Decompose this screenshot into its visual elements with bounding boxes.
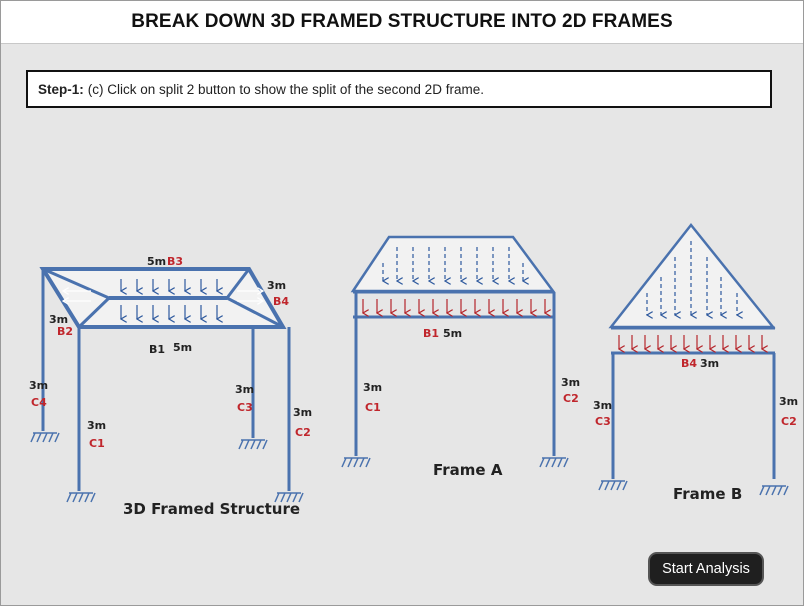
frame-b-label-b4: B4	[681, 357, 697, 370]
app-window: BREAK DOWN 3D FRAMED STRUCTURE INTO 2D F…	[0, 0, 804, 606]
label-b3: B3	[167, 255, 183, 268]
label-b3-length: 5m	[147, 255, 166, 268]
frame-3d-supports	[30, 432, 304, 503]
frame-b-label-c3: C3	[595, 415, 611, 428]
caption-frame-b: Frame B	[673, 485, 742, 503]
frame-b-udl	[619, 335, 762, 349]
label-b1-length: 5m	[173, 341, 192, 354]
frame-a-label-c1-length: 3m	[363, 381, 382, 394]
caption-frame-a: Frame A	[433, 461, 503, 479]
label-c1: C1	[89, 437, 105, 450]
frame-b-label-c3-length: 3m	[593, 399, 612, 412]
label-c3: C3	[237, 401, 253, 414]
caption-3d-frame: 3D Framed Structure	[123, 500, 300, 518]
label-c4: C4	[31, 396, 47, 409]
frame-a-label-c2-length: 3m	[561, 376, 580, 389]
start-analysis-button[interactable]: Start Analysis	[648, 552, 764, 586]
frame-b-label-c2: C2	[781, 415, 797, 428]
label-c4-length: 3m	[29, 379, 48, 392]
frame-b-label-b4-length: 3m	[700, 357, 719, 370]
structure-diagram: 5m B3 3m B4 3m B2 B1 5m 3m C4 3m C1 3m C…	[29, 222, 798, 518]
frame-a-label-b1: B1	[423, 327, 439, 340]
label-c1-length: 3m	[87, 419, 106, 432]
frame-a-label-b1-length: 5m	[443, 327, 462, 340]
frame-a-label-c1: C1	[365, 401, 381, 414]
label-b4-length: 3m	[267, 279, 286, 292]
frame-a-label-c2: C2	[563, 392, 579, 405]
label-b1: B1	[149, 343, 165, 356]
frame-a-udl	[363, 299, 545, 313]
frame-a	[350, 235, 556, 456]
label-b2: B2	[57, 325, 73, 338]
frame-b	[608, 222, 776, 479]
label-c2: C2	[295, 426, 311, 439]
label-c2-length: 3m	[293, 406, 312, 419]
label-c3-length: 3m	[235, 383, 254, 396]
frame-3d	[39, 267, 291, 491]
label-b4: B4	[273, 295, 289, 308]
frame-b-label-c2-length: 3m	[779, 395, 798, 408]
